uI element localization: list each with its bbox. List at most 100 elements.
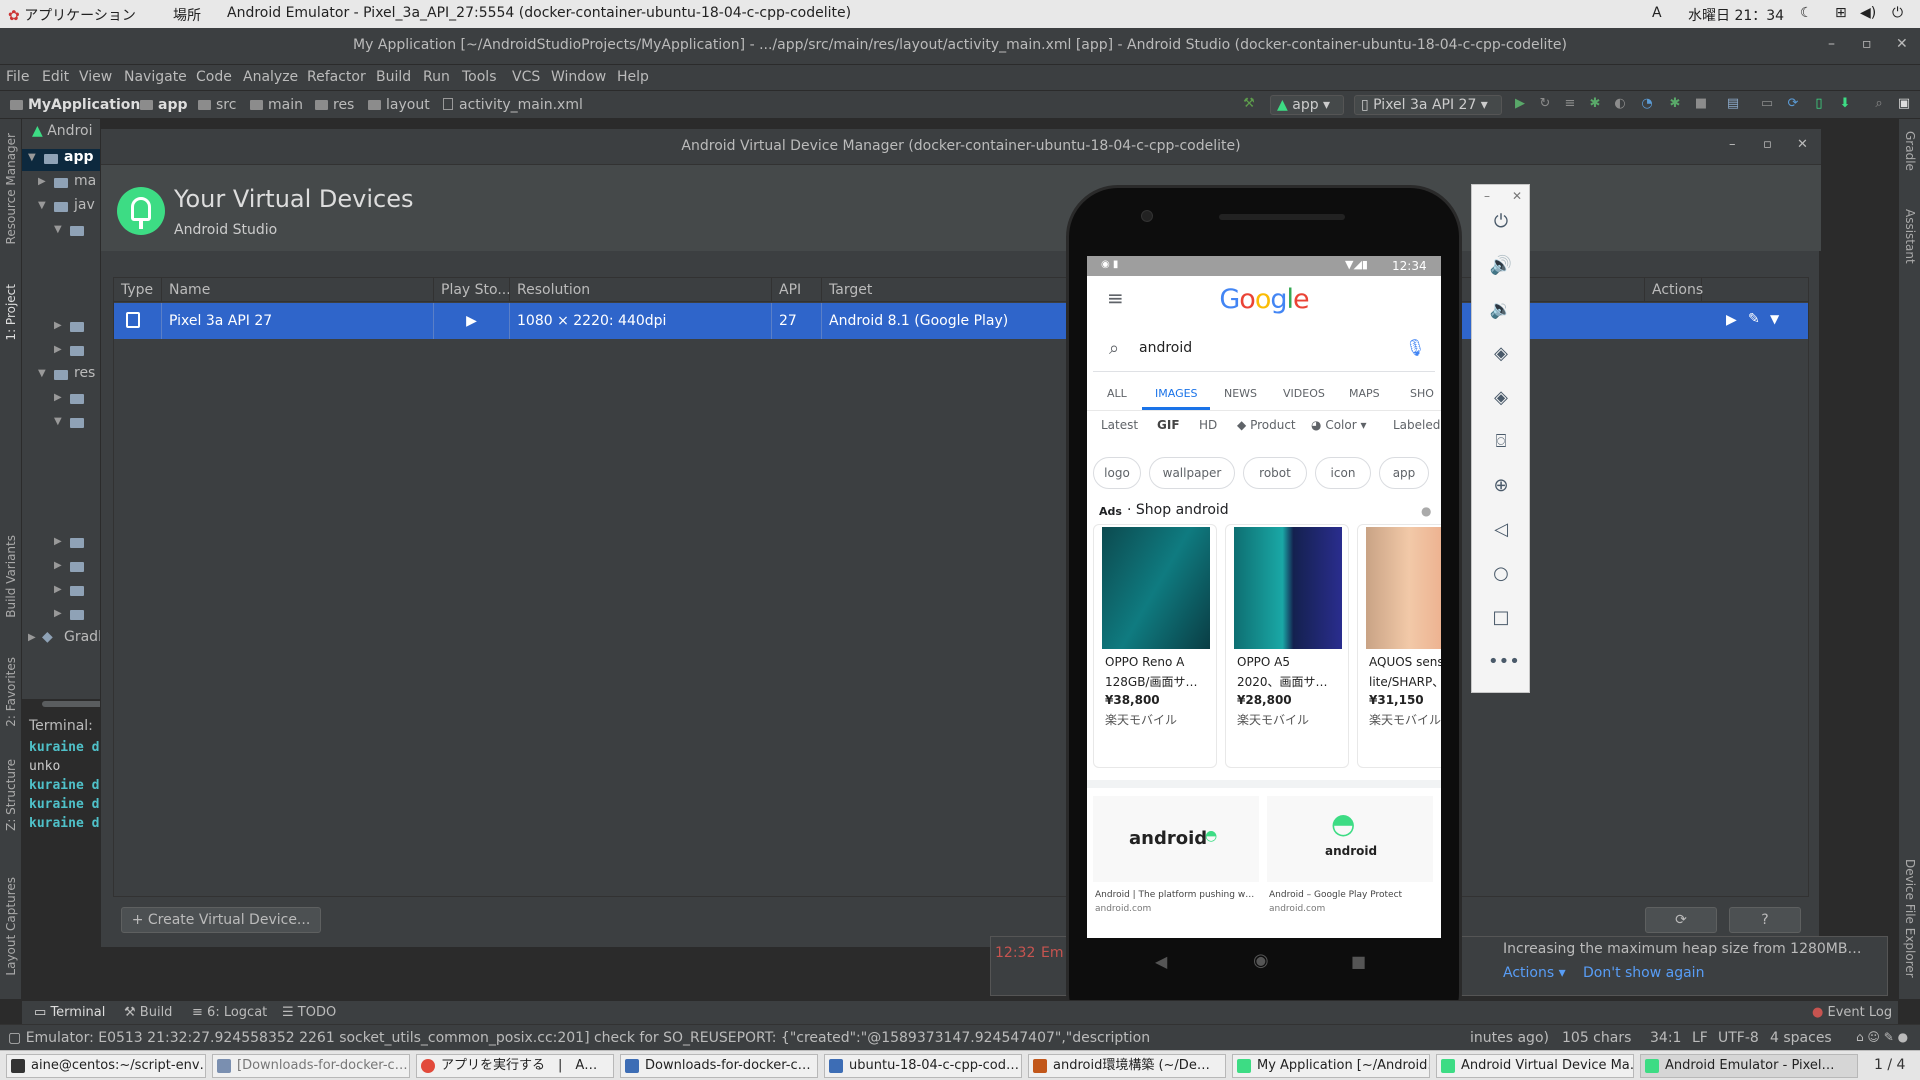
breadcrumb-project[interactable]: MyApplication [10,97,140,113]
profile-icon[interactable]: ◔ [1640,97,1654,111]
night-mode-icon[interactable]: ☾ [1800,5,1813,21]
chip-icon[interactable]: icon [1315,457,1371,489]
zoom-icon[interactable]: ⊕ [1488,473,1514,499]
chip-logo[interactable]: logo [1093,457,1141,489]
menu-run[interactable]: Run [423,69,450,85]
rotate-left-icon[interactable]: ◈ [1488,341,1514,367]
filter-latest[interactable]: Latest [1101,418,1138,432]
column-api[interactable]: API [772,278,822,302]
help-button[interactable]: ? [1729,907,1801,933]
tree-item-drawable[interactable]: ▶ [22,389,100,411]
device-select[interactable]: ▯ Pixel 3a API 27 ▾ [1354,95,1502,115]
volume-icon[interactable]: ◀) [1860,5,1876,21]
stop-icon[interactable]: ■ [1694,97,1708,111]
tab-build[interactable]: ⚒ Build [124,1005,172,1020]
column-play-store[interactable]: Play Sto... [434,278,510,302]
filter-product[interactable]: ◆ Product [1237,418,1296,432]
tree-item-xml[interactable]: ▶ [22,605,100,627]
layout-icon[interactable]: ▣ [1897,97,1911,111]
product-card[interactable]: OPPO Reno A 128GB/画面サ… ¥38,800 楽天モバイル [1093,524,1217,768]
tree-item-package[interactable]: ▶ [22,341,100,363]
tab-structure[interactable]: Z: Structure [4,759,18,831]
task-browser[interactable]: アプリを実行する | A… [416,1054,614,1078]
tab-maps[interactable]: MAPS [1349,387,1380,400]
tab-news[interactable]: NEWS [1224,387,1257,400]
search-icon[interactable]: ⌕ [1872,97,1886,111]
power-menu-icon[interactable]: ⏻ [1892,5,1903,21]
apply-changes-icon[interactable]: ↻ [1538,97,1552,111]
menu-edit[interactable]: Edit [42,69,69,85]
tree-item-app[interactable]: ▼ app [22,149,100,171]
apply-code-changes-icon[interactable]: ≡ [1563,97,1577,111]
search-box[interactable]: ⌕ android 🎙 [1093,328,1435,372]
tab-device-file-explorer[interactable]: Device File Explorer [1903,859,1917,978]
task-terminal[interactable]: aine@centos:~/script-env… [6,1054,206,1078]
more-icon[interactable]: ••• [1488,649,1520,675]
run-icon[interactable]: ▶ [1513,97,1527,111]
breadcrumb-layout[interactable]: layout [368,97,430,113]
indent-setting[interactable]: 4 spaces [1770,1030,1832,1046]
minimize-icon[interactable]: – [1828,36,1835,52]
nav-home-icon[interactable]: ◉ [1253,950,1269,971]
nav-overview-icon[interactable]: ■ [1351,952,1366,971]
debug-icon[interactable]: ✱ [1588,97,1602,111]
tree-item-res[interactable]: ▼ res [22,365,100,387]
menu-tools[interactable]: Tools [462,69,497,85]
close-icon[interactable]: ✕ [1512,189,1522,203]
attach-debugger-icon[interactable]: ✱ [1668,97,1682,111]
sync-gradle-icon[interactable]: ⟳ [1786,97,1800,111]
menu-help[interactable]: Help [617,69,649,85]
tree-item-java[interactable]: ▼ jav [22,197,100,219]
close-icon[interactable]: ✕ [1896,36,1908,52]
menu-view[interactable]: View [79,69,112,85]
image-result[interactable]: android ◓ Android | The platform pushing… [1093,796,1259,928]
chip-wallpaper[interactable]: wallpaper [1149,457,1235,489]
menu-navigate[interactable]: Navigate [124,69,187,85]
menu-file[interactable]: File [6,69,29,85]
project-structure-icon[interactable]: ▤ [1726,97,1740,111]
tree-item-values[interactable]: ▶ [22,581,100,603]
minimize-icon[interactable]: – [1484,189,1490,203]
notification-actions-link[interactable]: Actions ▾ [1503,965,1566,981]
home-icon[interactable]: ○ [1488,561,1514,587]
maximize-icon[interactable]: ▫ [1862,36,1872,52]
power-icon[interactable]: ⏻ [1488,209,1514,235]
menu-window[interactable]: Window [551,69,606,85]
product-card[interactable]: AQUOS sens lite/SHARP、 ¥31,150 楽天モバイル [1357,524,1441,768]
tab-favorites[interactable]: 2: Favorites [4,657,18,727]
tab-layout-captures[interactable]: Layout Captures [4,877,18,976]
sync-icon[interactable]: ▭ [1760,97,1774,111]
breadcrumb-main[interactable]: main [250,97,303,113]
edit-avd-icon[interactable]: ✎ [1748,311,1760,327]
volume-up-icon[interactable]: 🔊 [1488,253,1514,279]
clock[interactable]: 水曜日 21：34 [1688,5,1784,25]
more-actions-icon[interactable]: ▼ [1770,312,1779,326]
camera-icon[interactable]: ⌼ [1488,429,1514,455]
filter-labeled[interactable]: Labeled [1393,418,1440,432]
tree-item-manifests[interactable]: ▶ ma [22,173,100,195]
product-card[interactable]: OPPO A5 2020、画面サ… ¥28,800 楽天モバイル [1225,524,1349,768]
tree-item-package[interactable]: ▼ [22,221,100,243]
make-project-icon[interactable]: ⚒ [1242,97,1256,111]
menu-build[interactable]: Build [376,69,411,85]
tab-project[interactable]: 1: Project [4,284,18,341]
create-virtual-device-button[interactable]: + Create Virtual Device... [121,907,321,933]
chip-robot[interactable]: robot [1243,457,1307,489]
image-result[interactable]: ◓ android Android – Google Play Protect … [1267,796,1433,928]
overview-icon[interactable]: □ [1488,605,1514,631]
workspace-indicator[interactable]: 1 / 4 [1874,1057,1905,1073]
column-actions[interactable]: Actions [1644,278,1808,302]
run-config-select[interactable]: ▲ app ▾ [1270,95,1344,115]
breadcrumb-res[interactable]: res [315,97,354,113]
caret-position[interactable]: 34:1 [1650,1030,1681,1046]
menu-analyze[interactable]: Analyze [243,69,298,85]
minimize-icon[interactable]: – [1729,137,1736,152]
column-resolution[interactable]: Resolution [510,278,772,302]
tab-terminal[interactable]: ▭ Terminal [34,1005,105,1020]
task-downloads-1[interactable]: [Downloads-for-docker-c… [212,1054,410,1078]
tree-item-android[interactable]: ▲ Androi [32,123,92,145]
info-icon[interactable]: ● [1421,504,1431,518]
menu-vcs[interactable]: VCS [512,69,540,85]
nav-back-icon[interactable]: ◀ [1155,952,1167,971]
filter-gif[interactable]: GIF [1157,418,1180,432]
